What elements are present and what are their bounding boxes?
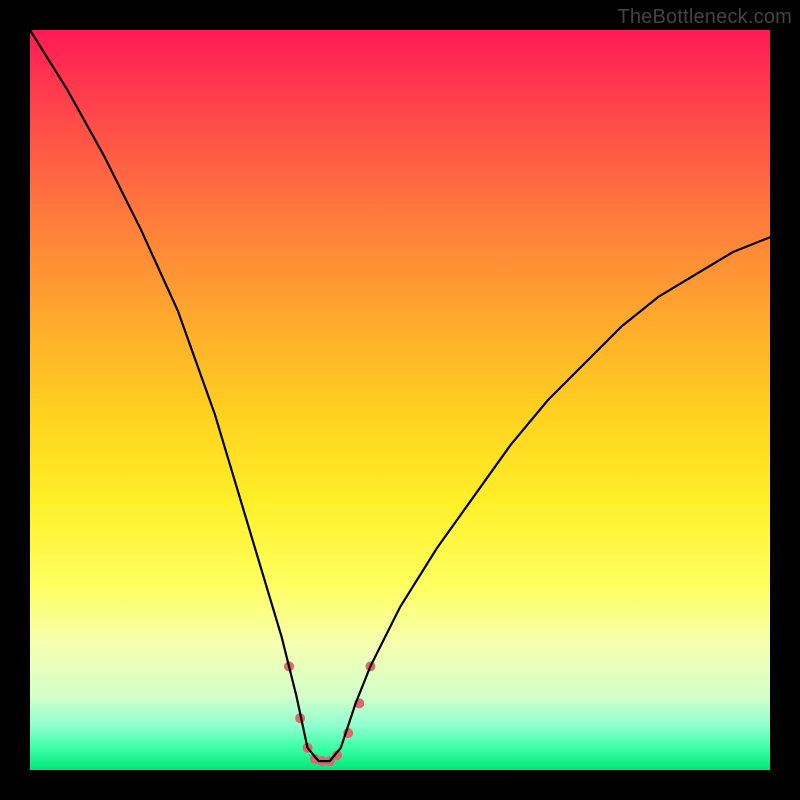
bottleneck-curve-path [30, 30, 770, 761]
chart-svg [30, 30, 770, 770]
valley-highlight-series [284, 661, 375, 766]
chart-frame: TheBottleneck.com [0, 0, 800, 800]
bottleneck-curve-series [30, 30, 770, 761]
watermark-text: TheBottleneck.com [617, 6, 792, 29]
plot-area [30, 30, 770, 770]
